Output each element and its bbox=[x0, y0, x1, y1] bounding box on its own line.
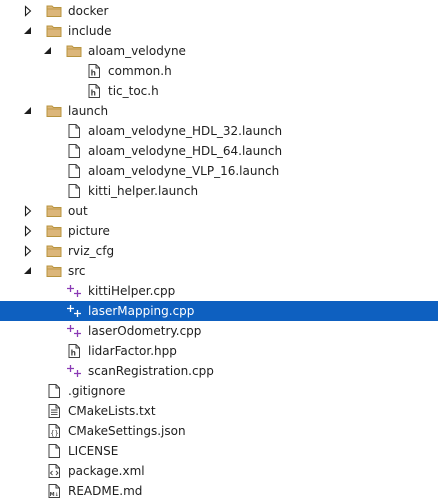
tree-item-label: src bbox=[68, 264, 86, 278]
markdown-file-icon: M↓ bbox=[46, 483, 62, 499]
tree-item-aloam-velodyne[interactable]: aloam_velodyne bbox=[0, 41, 438, 61]
tree-item-label: tic_toc.h bbox=[108, 84, 159, 98]
tree-item-aloam-velodyne-hdl-32-launch[interactable]: aloam_velodyne_HDL_32.launch bbox=[0, 121, 438, 141]
folder-icon bbox=[46, 243, 62, 259]
tree-item-label: scanRegistration.cpp bbox=[88, 364, 214, 378]
tree-item-label: .gitignore bbox=[68, 384, 126, 398]
collapsed-arrow-icon[interactable] bbox=[22, 201, 34, 221]
svg-text:h: h bbox=[91, 69, 96, 78]
tree-item-label: package.xml bbox=[68, 464, 145, 478]
file-icon bbox=[66, 143, 82, 159]
tree-item-label: include bbox=[68, 24, 112, 38]
svg-text:M↓: M↓ bbox=[50, 492, 59, 498]
header-file-icon: h bbox=[86, 63, 102, 79]
folder-icon bbox=[46, 263, 62, 279]
cpp-file-icon bbox=[66, 303, 82, 319]
tree-item-rviz-cfg[interactable]: rviz_cfg bbox=[0, 241, 438, 261]
file-icon bbox=[46, 443, 62, 459]
collapsed-arrow-icon[interactable] bbox=[22, 221, 34, 241]
tree-item-label: docker bbox=[68, 4, 109, 18]
tree-item-label: CMakeLists.txt bbox=[68, 404, 156, 418]
tree-item-label: laserMapping.cpp bbox=[88, 304, 195, 318]
folder-icon bbox=[46, 103, 62, 119]
tree-item-launch[interactable]: launch bbox=[0, 101, 438, 121]
cpp-file-icon bbox=[66, 283, 82, 299]
tree-item-label: aloam_velodyne_HDL_32.launch bbox=[88, 124, 283, 138]
file-icon bbox=[66, 163, 82, 179]
tree-item-label: launch bbox=[68, 104, 109, 118]
tree-item-gitignore[interactable]: .gitignore bbox=[0, 381, 438, 401]
tree-item-scanregistration-cpp[interactable]: scanRegistration.cpp bbox=[0, 361, 438, 381]
file-icon bbox=[46, 383, 62, 399]
tree-item-package-xml[interactable]: package.xml bbox=[0, 461, 438, 481]
collapsed-arrow-icon[interactable] bbox=[22, 1, 34, 21]
tree-item-label: CMakeSettings.json bbox=[68, 424, 186, 438]
tree-item-picture[interactable]: picture bbox=[0, 221, 438, 241]
json-file-icon: {} bbox=[46, 423, 62, 439]
tree-item-kitti-helper-launch[interactable]: kitti_helper.launch bbox=[0, 181, 438, 201]
tree-item-license[interactable]: LICENSE bbox=[0, 441, 438, 461]
svg-text:{}: {} bbox=[50, 429, 58, 437]
tree-item-label: aloam_velodyne bbox=[88, 44, 186, 58]
tree-item-common-h[interactable]: h common.h bbox=[0, 61, 438, 81]
file-icon bbox=[66, 183, 82, 199]
tree-item-label: picture bbox=[68, 224, 110, 238]
tree-item-label: aloam_velodyne_VLP_16.launch bbox=[88, 164, 280, 178]
tree-item-out[interactable]: out bbox=[0, 201, 438, 221]
tree-item-lidarfactor-hpp[interactable]: h lidarFactor.hpp bbox=[0, 341, 438, 361]
tree-item-label: rviz_cfg bbox=[68, 244, 115, 258]
cpp-file-icon bbox=[66, 363, 82, 379]
tree-item-aloam-velodyne-vlp-16-launch[interactable]: aloam_velodyne_VLP_16.launch bbox=[0, 161, 438, 181]
text-file-icon bbox=[46, 403, 62, 419]
tree-item-label: out bbox=[68, 204, 88, 218]
folder-icon bbox=[66, 43, 82, 59]
folder-icon bbox=[46, 3, 62, 19]
tree-item-tic-toc-h[interactable]: h tic_toc.h bbox=[0, 81, 438, 101]
folder-icon bbox=[46, 23, 62, 39]
folder-icon bbox=[46, 203, 62, 219]
tree-item-label: README.md bbox=[68, 484, 143, 498]
tree-item-label: kitti_helper.launch bbox=[88, 184, 199, 198]
header-file-icon: h bbox=[66, 343, 82, 359]
xml-file-icon bbox=[46, 463, 62, 479]
tree-item-cmakelists-txt[interactable]: CMakeLists.txt bbox=[0, 401, 438, 421]
tree-item-label: kittiHelper.cpp bbox=[88, 284, 176, 298]
folder-icon bbox=[46, 223, 62, 239]
tree-item-cmakesettings-json[interactable]: {} CMakeSettings.json bbox=[0, 421, 438, 441]
tree-item-label: lidarFactor.hpp bbox=[88, 344, 177, 358]
svg-text:h: h bbox=[71, 349, 76, 358]
expanded-arrow-icon[interactable] bbox=[42, 41, 54, 61]
tree-item-src[interactable]: src bbox=[0, 261, 438, 281]
tree-item-include[interactable]: include bbox=[0, 21, 438, 41]
header-file-icon: h bbox=[86, 83, 102, 99]
expanded-arrow-icon[interactable] bbox=[22, 261, 34, 281]
tree-item-label: aloam_velodyne_HDL_64.launch bbox=[88, 144, 283, 158]
tree-item-docker[interactable]: docker bbox=[0, 1, 438, 21]
tree-item-label: LICENSE bbox=[68, 444, 119, 458]
tree-item-label: laserOdometry.cpp bbox=[88, 324, 202, 338]
solution-explorer-tree: docker include aloam_velodyneh common.h h tic… bbox=[0, 0, 438, 504]
collapsed-arrow-icon[interactable] bbox=[22, 241, 34, 261]
tree-item-laserodometry-cpp[interactable]: laserOdometry.cpp bbox=[0, 321, 438, 341]
tree-item-aloam-velodyne-hdl-64-launch[interactable]: aloam_velodyne_HDL_64.launch bbox=[0, 141, 438, 161]
cpp-file-icon bbox=[66, 323, 82, 339]
expanded-arrow-icon[interactable] bbox=[22, 101, 34, 121]
tree-item-readme-md[interactable]: M↓ README.md bbox=[0, 481, 438, 501]
tree-item-lasermapping-cpp[interactable]: laserMapping.cpp bbox=[0, 301, 438, 321]
svg-text:h: h bbox=[91, 89, 96, 98]
tree-item-label: common.h bbox=[108, 64, 172, 78]
expanded-arrow-icon[interactable] bbox=[22, 21, 34, 41]
file-icon bbox=[66, 123, 82, 139]
tree-item-kittihelper-cpp[interactable]: kittiHelper.cpp bbox=[0, 281, 438, 301]
